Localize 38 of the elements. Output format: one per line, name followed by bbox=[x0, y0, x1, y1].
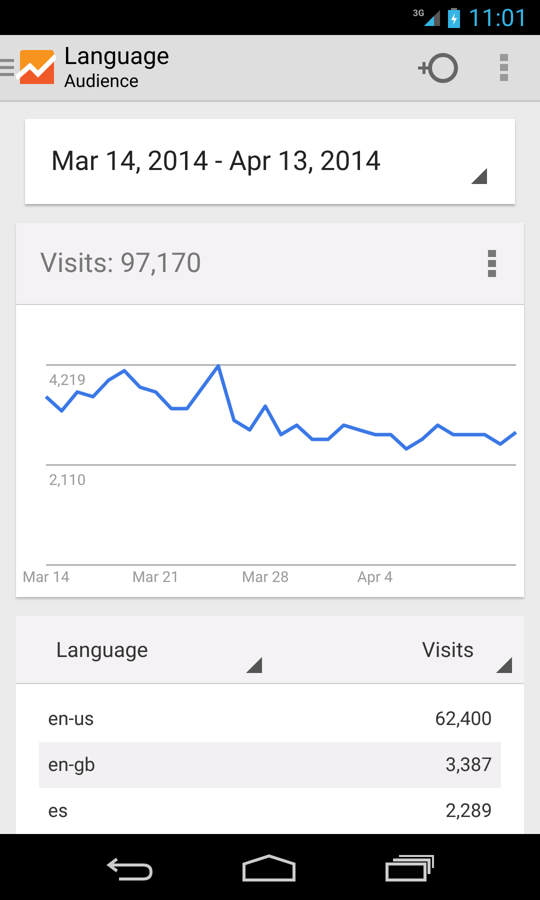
language-cell-text: en-us bbox=[48, 706, 96, 732]
more-icon bbox=[500, 54, 508, 82]
recent-apps-icon bbox=[385, 854, 436, 882]
back-button[interactable] bbox=[104, 855, 153, 881]
language-cell-text: en-gb bbox=[48, 752, 96, 778]
column-header[interactable]: Language bbox=[16, 616, 274, 683]
y-tick-label: 2,110 bbox=[49, 470, 86, 489]
chart-menu-button[interactable] bbox=[488, 250, 496, 278]
add-circle-icon bbox=[416, 50, 460, 84]
recent-apps-button[interactable] bbox=[385, 854, 436, 882]
back-icon bbox=[104, 855, 153, 881]
x-tick-label: Mar 14 bbox=[22, 568, 70, 586]
more-icon bbox=[488, 250, 496, 278]
home-icon bbox=[242, 854, 296, 882]
date-range-dropdown[interactable]: Mar 14, 2014 - Apr 13, 2014 bbox=[25, 119, 515, 204]
x-tick-label: Apr 4 bbox=[357, 568, 393, 586]
table-row[interactable]: en-gb 3,387 bbox=[39, 742, 501, 788]
add-segment-button[interactable] bbox=[416, 50, 460, 84]
visits-cell-text: 3,387 bbox=[446, 752, 492, 778]
app-logo-icon bbox=[16, 50, 56, 86]
visits-cell-text: 62,400 bbox=[434, 706, 492, 732]
visits-cell-text: 2,289 bbox=[446, 798, 492, 824]
y-tick-label: 4,219 bbox=[49, 371, 86, 389]
dropdown-corner-icon bbox=[471, 168, 487, 184]
sort-corner-icon bbox=[496, 657, 512, 673]
language-cell-text: es bbox=[48, 798, 69, 824]
x-tick-label: Mar 28 bbox=[242, 568, 289, 586]
battery-icon bbox=[448, 8, 460, 28]
sort-corner-icon bbox=[246, 657, 262, 673]
screen-subtitle: Audience bbox=[64, 71, 140, 94]
signal-icon bbox=[424, 10, 440, 26]
x-tick-label: Mar 21 bbox=[132, 568, 180, 586]
network-type: 3G bbox=[412, 10, 424, 18]
column-header[interactable]: Visits bbox=[274, 616, 524, 683]
chart-title: Visits: 97,170 bbox=[40, 246, 202, 282]
clock: 11:01 bbox=[468, 6, 528, 30]
home-button[interactable] bbox=[242, 854, 296, 882]
screen-title: Language bbox=[64, 41, 170, 72]
